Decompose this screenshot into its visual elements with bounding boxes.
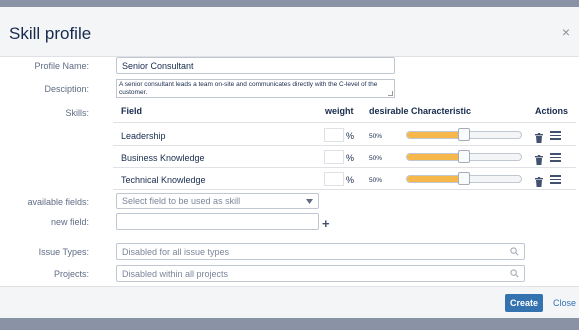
description-value: A senior consultant leads a team on-site…: [119, 81, 378, 96]
close-button[interactable]: Close: [553, 298, 576, 308]
backdrop-top: [0, 0, 579, 7]
skill-field-name: Technical Knowledge: [121, 175, 206, 185]
trash-icon[interactable]: [535, 174, 543, 187]
issue-types-input[interactable]: Disabled for all issue types: [116, 243, 525, 260]
column-header-weight: weight: [325, 106, 354, 116]
plus-icon[interactable]: +: [322, 216, 330, 231]
characteristic-value: 50%: [369, 177, 383, 184]
search-icon: [510, 269, 519, 278]
skill-field-name: Leadership: [121, 131, 166, 141]
row-divider: [113, 189, 576, 190]
new-field-input[interactable]: [116, 213, 319, 230]
trash-icon[interactable]: [535, 130, 543, 143]
dialog-title: Skill profile: [9, 24, 92, 43]
profile-name-input[interactable]: Senior Consultant: [116, 57, 395, 74]
resize-handle[interactable]: [388, 91, 393, 96]
table-header-divider: [113, 122, 576, 123]
skills-label: Skills:: [65, 108, 89, 118]
characteristic-slider-thumb[interactable]: [458, 128, 470, 141]
characteristic-slider-thumb[interactable]: [458, 172, 470, 185]
projects-value: Disabled within all projects: [122, 268, 229, 279]
percent-sign: %: [346, 153, 355, 163]
weight-value: [325, 135, 327, 144]
weight-value: [325, 157, 327, 166]
weight-input[interactable]: [324, 172, 344, 186]
search-icon: [510, 247, 519, 256]
issue-types-label: Issue Types:: [38, 247, 89, 257]
menu-icon[interactable]: [550, 131, 561, 140]
available-fields-placeholder: Select field to be used as skill: [122, 196, 241, 206]
backdrop-bottom: [0, 318, 579, 330]
weight-input[interactable]: [324, 150, 344, 164]
new-field-label: new field:: [50, 217, 89, 227]
weight-value: [325, 179, 327, 188]
available-fields-label: available fields:: [27, 197, 89, 207]
characteristic-value: 50%: [369, 155, 383, 162]
percent-sign: %: [346, 175, 355, 185]
skill-field-name: Business Knowledge: [121, 153, 205, 163]
description-label: Desciption:: [44, 84, 89, 94]
percent-sign: %: [346, 131, 355, 141]
description-textarea[interactable]: A senior consultant leads a team on-site…: [116, 79, 395, 98]
close-icon[interactable]: ×: [562, 24, 570, 40]
menu-icon[interactable]: [550, 175, 561, 184]
column-header-actions: Actions: [535, 106, 569, 116]
column-header-characteristic: desirable Characteristic: [369, 106, 472, 116]
characteristic-slider-fill: [407, 132, 464, 138]
chevron-down-icon: [306, 198, 313, 204]
profile-name-label: Profile Name:: [34, 61, 89, 71]
characteristic-slider-fill: [407, 176, 464, 182]
trash-icon[interactable]: [535, 152, 543, 165]
characteristic-value: 50%: [369, 133, 383, 140]
weight-input[interactable]: [324, 128, 344, 142]
menu-icon[interactable]: [550, 153, 561, 162]
issue-types-value: Disabled for all issue types: [122, 246, 230, 257]
dialog-header: Skill profile ×: [0, 7, 579, 57]
available-fields-select[interactable]: Select field to be used as skill: [116, 193, 319, 209]
profile-name-value: Senior Consultant: [122, 60, 194, 71]
dialog-footer: Create Close: [0, 286, 579, 318]
characteristic-slider-thumb[interactable]: [458, 150, 470, 163]
create-button[interactable]: Create: [505, 294, 543, 312]
projects-input[interactable]: Disabled within all projects: [116, 265, 525, 282]
projects-label: Projects:: [53, 269, 89, 279]
skill-profile-dialog: Skill profile × Profile Name: Senior Con…: [0, 7, 579, 318]
column-header-field: Field: [121, 106, 143, 116]
characteristic-slider-fill: [407, 154, 464, 160]
